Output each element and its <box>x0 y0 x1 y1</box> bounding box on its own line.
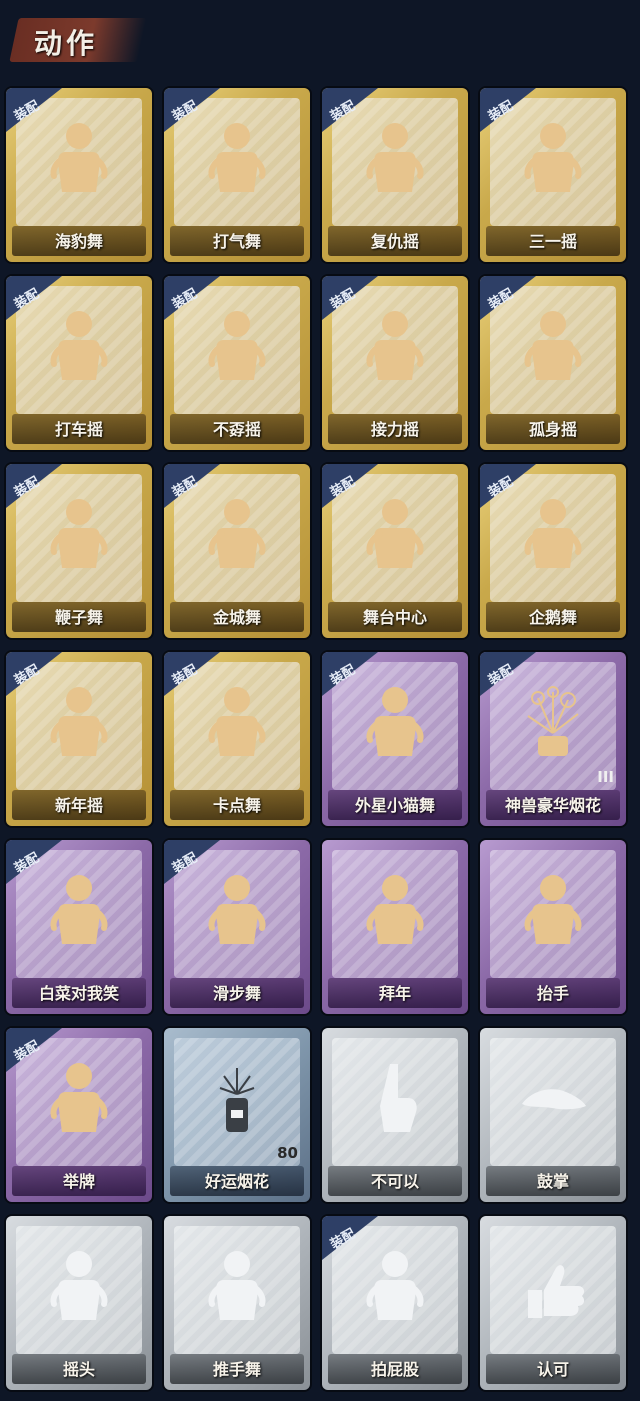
equipped-badge: 装配 <box>6 652 62 696</box>
emote-name: 举牌 <box>62 1172 95 1191</box>
emote-name: 卡点舞 <box>212 796 261 815</box>
figure-bow-icon <box>366 875 424 944</box>
clapping-hands-icon <box>522 1089 586 1110</box>
equipped-badge: 装配 <box>480 652 536 696</box>
emote-card[interactable]: 白菜对我笑 装配 <box>6 840 152 1014</box>
equipped-badge: 装配 <box>6 1028 62 1072</box>
figure-shake-head-icon <box>50 1251 108 1320</box>
emote-name: 白菜对我笑 <box>38 984 119 1003</box>
page-title: 动作 <box>34 27 99 60</box>
emote-name: 拍屁股 <box>370 1360 419 1379</box>
emote-card[interactable]: 鼓掌 <box>480 1028 626 1202</box>
equipped-badge: 装配 <box>6 464 62 508</box>
emote-card[interactable]: 滑步舞 装配 <box>164 840 310 1014</box>
emote-name: 接力摇 <box>370 420 419 439</box>
equipped-badge: 装配 <box>322 1216 378 1260</box>
emote-card[interactable]: 推手舞 <box>164 1216 310 1390</box>
emote-name: 金城舞 <box>212 608 261 627</box>
emote-card[interactable]: 卡点舞 装配 <box>164 652 310 826</box>
emote-name: 海豹舞 <box>54 232 103 251</box>
equipped-badge: 装配 <box>322 276 378 320</box>
emote-card[interactable]: 拍屁股 装配 <box>322 1216 468 1390</box>
emote-card[interactable]: 金城舞 装配 <box>164 464 310 638</box>
emote-card[interactable]: 海豹舞 装配 <box>6 88 152 262</box>
emote-name: 孤身摇 <box>528 420 577 439</box>
equipped-badge: 装配 <box>164 652 220 696</box>
emote-name: 推手舞 <box>212 1360 261 1379</box>
equipped-badge: 装配 <box>480 276 536 320</box>
emote-name: 企鹅舞 <box>528 608 577 627</box>
figure-raise-hand-icon <box>524 875 582 944</box>
equipped-badge: 装配 <box>480 464 536 508</box>
emote-card[interactable]: 80 好运烟花 <box>164 1028 310 1202</box>
item-count: 80 <box>277 1144 298 1162</box>
emote-name: 打车摇 <box>54 420 103 439</box>
emote-name: 摇头 <box>62 1360 95 1379</box>
emote-name: 拜年 <box>378 984 411 1003</box>
emote-card[interactable]: 打车摇 装配 <box>6 276 152 450</box>
emote-name: 新年摇 <box>54 796 103 815</box>
equipped-badge: 装配 <box>322 88 378 132</box>
firework-can-icon <box>219 1068 255 1132</box>
emote-card[interactable]: 认可 <box>480 1216 626 1390</box>
emote-name: 认可 <box>536 1360 569 1379</box>
emote-card[interactable]: 摇头 <box>6 1216 152 1390</box>
equipped-badge: 装配 <box>6 88 62 132</box>
thumbs-up-icon <box>528 1265 585 1318</box>
emote-card[interactable]: 拜年 <box>322 840 468 1014</box>
emote-card[interactable]: 孤身摇 装配 <box>480 276 626 450</box>
equipped-badge: 装配 <box>164 840 220 884</box>
equipped-badge: 装配 <box>480 88 536 132</box>
emote-card[interactable]: 企鹅舞 装配 <box>480 464 626 638</box>
emote-card[interactable]: 新年摇 装配 <box>6 652 152 826</box>
equipped-badge: 装配 <box>164 276 220 320</box>
equipped-badge: 装配 <box>322 652 378 696</box>
emote-card[interactable]: 三一摇 装配 <box>480 88 626 262</box>
emote-name: 抬手 <box>536 984 569 1003</box>
emote-name: 鞭子舞 <box>54 608 103 627</box>
emote-name: 好运烟花 <box>204 1172 269 1191</box>
equipped-badge: 装配 <box>322 464 378 508</box>
emote-card[interactable]: 打气舞 装配 <box>164 88 310 262</box>
emote-name: 打气舞 <box>212 232 261 251</box>
equipped-badge: 装配 <box>6 840 62 884</box>
finger-wag-icon <box>380 1064 417 1132</box>
emote-card[interactable]: 举牌 装配 <box>6 1028 152 1202</box>
emote-name: 外星小猫舞 <box>354 796 435 815</box>
equipped-badge: 装配 <box>6 276 62 320</box>
equipped-badge: 装配 <box>164 464 220 508</box>
figure-push-icon <box>208 1251 266 1320</box>
emote-name: 神兽豪华烟花 <box>504 796 601 815</box>
emote-card[interactable]: 抬手 <box>480 840 626 1014</box>
emote-card[interactable]: III 神兽豪华烟花 装配 <box>480 652 626 826</box>
emote-card[interactable]: 舞台中心 装配 <box>322 464 468 638</box>
emote-card[interactable]: 鞭子舞 装配 <box>6 464 152 638</box>
emote-name: 三一摇 <box>528 232 577 251</box>
emote-name: 舞台中心 <box>362 608 427 627</box>
emote-card[interactable]: 接力摇 装配 <box>322 276 468 450</box>
emote-card[interactable]: 不孬摇 装配 <box>164 276 310 450</box>
equipped-badge: 装配 <box>164 88 220 132</box>
emote-card[interactable]: 不可以 <box>322 1028 468 1202</box>
header: 动作 <box>0 0 640 70</box>
emote-card[interactable]: 外星小猫舞 装配 <box>322 652 468 826</box>
emote-card[interactable]: 复仇摇 装配 <box>322 88 468 262</box>
emote-name: 复仇摇 <box>370 232 419 251</box>
emote-name: 鼓掌 <box>536 1172 569 1191</box>
emote-name: 滑步舞 <box>212 984 261 1003</box>
emote-name: 不孬摇 <box>212 420 261 439</box>
item-count: III <box>597 768 614 786</box>
emote-name: 不可以 <box>370 1172 419 1191</box>
